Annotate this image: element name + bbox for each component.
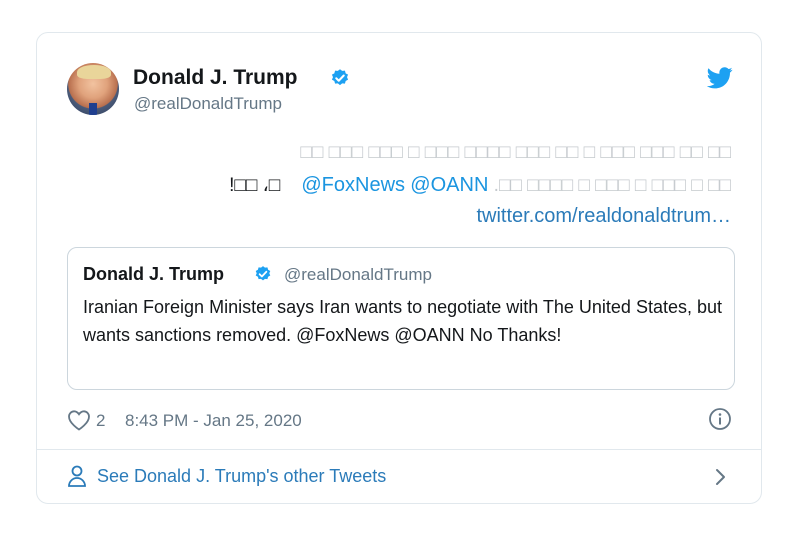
- person-icon: [68, 465, 86, 487]
- timestamp[interactable]: 8:43 PM - Jan 25, 2020: [125, 411, 302, 431]
- verified-badge-icon: [255, 266, 271, 281]
- tweet-link[interactable]: twitter.com/realdonaldtrum…: [476, 205, 731, 228]
- tweet-text-suffix: .□□ □□□□ □ □□□ □ □□□ □ □□: [493, 175, 731, 196]
- like-count[interactable]: 2: [96, 411, 105, 431]
- quoted-author-name[interactable]: Donald J. Trump: [83, 264, 224, 285]
- tweet-text-line-1: □□ □□□ □□□ □ □□□ □□□□ □□□ □□ □ □□□ □□□ □…: [300, 142, 731, 163]
- tweet-text-line-2: !□□ ،□ @FoxNews @OANN .□□ □□□□ □ □□□ □ □…: [229, 174, 731, 197]
- heart-icon[interactable]: [67, 409, 91, 431]
- tweet-card: Donald J. Trump @realDonaldTrump □□ □□□ …: [36, 32, 762, 504]
- author-name[interactable]: Donald J. Trump: [133, 66, 298, 90]
- avatar-hair: [77, 65, 111, 79]
- verified-badge-icon: [331, 69, 349, 86]
- mention-foxnews[interactable]: @FoxNews: [301, 174, 405, 196]
- other-tweets-label[interactable]: See Donald J. Trump's other Tweets: [97, 466, 386, 487]
- quoted-author-handle[interactable]: @realDonaldTrump: [284, 265, 432, 285]
- avatar[interactable]: [67, 63, 119, 115]
- quoted-tweet[interactable]: Donald J. Trump @realDonaldTrump Iranian…: [67, 247, 735, 390]
- author-handle[interactable]: @realDonaldTrump: [134, 94, 282, 114]
- tweet-text-prefix: !□□ ،□: [229, 175, 281, 196]
- twitter-bird-icon[interactable]: [707, 67, 733, 89]
- info-icon[interactable]: [708, 407, 732, 431]
- other-tweets-link[interactable]: See Donald J. Trump's other Tweets: [37, 450, 761, 504]
- chevron-right-icon: [716, 469, 725, 485]
- avatar-tie: [89, 103, 97, 115]
- quoted-tweet-text: Iranian Foreign Minister says Iran wants…: [83, 297, 722, 345]
- mention-oann[interactable]: @OANN: [410, 174, 488, 196]
